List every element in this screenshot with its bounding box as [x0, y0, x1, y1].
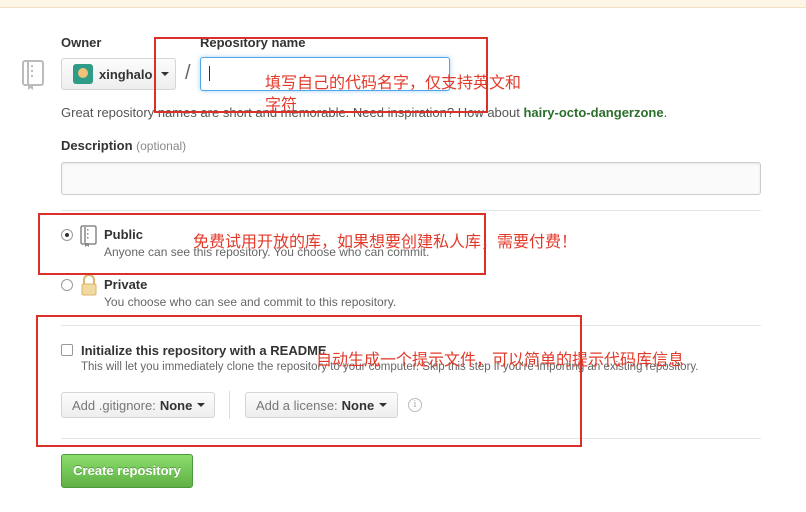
private-radio[interactable] — [61, 279, 73, 291]
description-label-text: Description — [61, 138, 133, 153]
owner-name: xinghalo — [99, 66, 153, 82]
lock-icon — [80, 274, 98, 296]
name-suggestion-link[interactable]: hairy-octo-dangerzone — [523, 105, 663, 120]
avatar — [73, 64, 93, 84]
create-repository-button[interactable]: Create repository — [61, 454, 193, 488]
annotation-public-note: 免费试用开放的库，如果想要创建私人库，需要付费！ — [193, 232, 578, 251]
divider — [61, 210, 761, 211]
hint-suffix: . — [663, 105, 668, 120]
private-title: Private — [104, 277, 148, 292]
annotation-name-note-line1: 填写自己的代码名字，仅支持英文和 — [265, 73, 522, 92]
repo-book-icon — [22, 60, 46, 90]
annotation-box-readme — [36, 315, 582, 447]
annotation-name-note-line2: 字符 — [265, 95, 298, 114]
top-notice-bar — [0, 0, 806, 8]
annotation-readme-note: 自动生成一个提示文件，可以简单的提示代码库信息 — [316, 350, 685, 369]
description-label: Description (optional) — [61, 138, 186, 153]
private-description: You choose who can see and commit to thi… — [104, 295, 397, 309]
owner-label: Owner — [61, 35, 102, 50]
description-optional: (optional) — [136, 139, 187, 153]
description-input[interactable] — [61, 162, 761, 195]
